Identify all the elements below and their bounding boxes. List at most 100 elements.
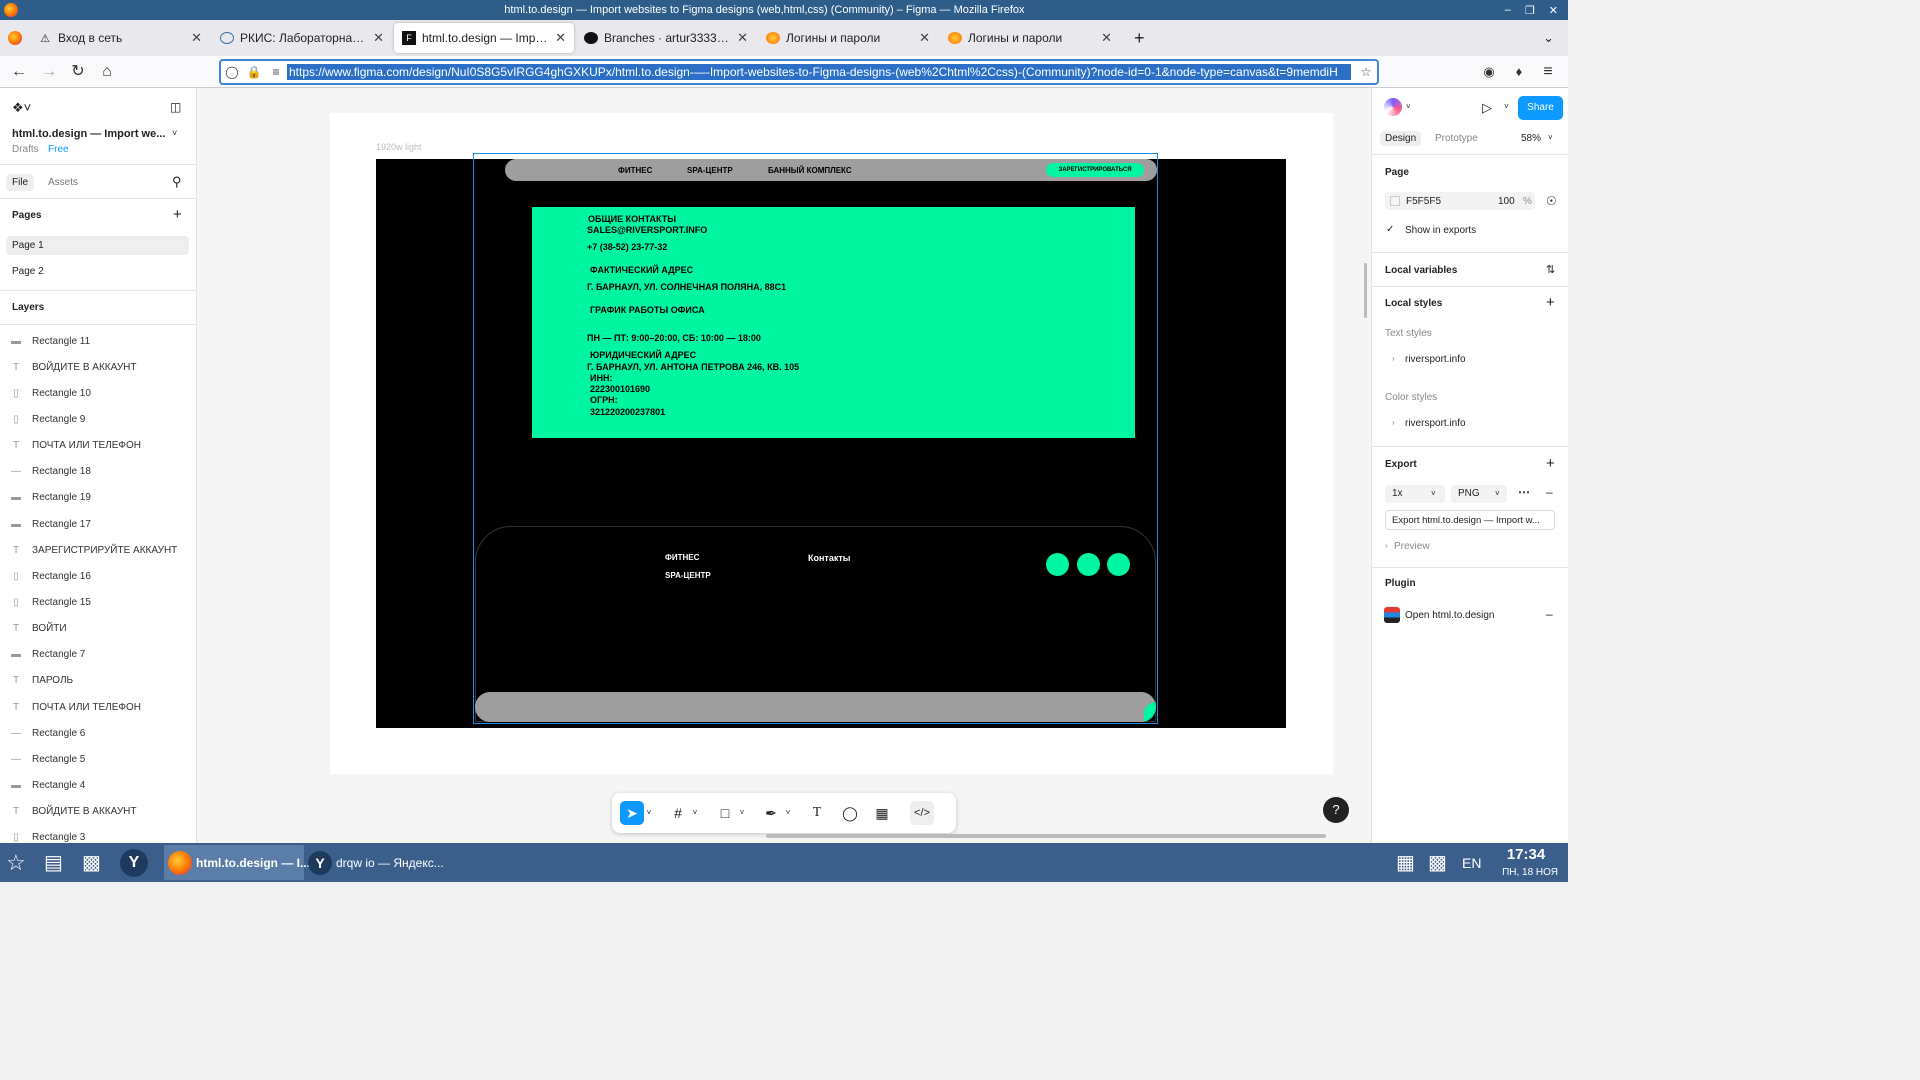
- layer-row[interactable]: ▬ Rectangle 7: [0, 642, 196, 668]
- minimize-icon[interactable]: –: [1505, 4, 1511, 17]
- figma-menu-icon[interactable]: ❖˅: [12, 100, 31, 116]
- close-window-icon[interactable]: ✕: [1549, 4, 1558, 17]
- layer-row[interactable]: T ПАРОЛЬ: [0, 668, 196, 694]
- page-opacity-value[interactable]: 100: [1498, 196, 1515, 207]
- chevron-down-icon[interactable]: ˅: [172, 128, 177, 138]
- export-format[interactable]: PNG: [1458, 488, 1480, 499]
- horizontal-scrollbar[interactable]: [766, 834, 1326, 838]
- restore-icon[interactable]: ❐: [1525, 4, 1535, 17]
- layer-row[interactable]: ▬ Rectangle 19: [0, 485, 196, 511]
- dev-mode-icon[interactable]: </>: [910, 801, 934, 825]
- sidebar-toggle-icon[interactable]: ◫: [170, 100, 181, 114]
- drafts-label[interactable]: Drafts: [12, 144, 39, 155]
- chevron-down-icon[interactable]: ˅: [1406, 102, 1411, 111]
- yandex-browser-icon[interactable]: Y: [120, 843, 148, 882]
- chevron-down-icon[interactable]: ˅: [643, 801, 655, 825]
- move-tool-icon[interactable]: ➤: [620, 801, 644, 825]
- layer-row[interactable]: — Rectangle 18: [0, 459, 196, 485]
- reload-icon[interactable]: ↻: [67, 62, 89, 82]
- close-tab-icon[interactable]: ✕: [373, 30, 384, 46]
- local-variables[interactable]: Local variables: [1385, 265, 1457, 276]
- layer-row[interactable]: — Rectangle 5: [0, 746, 196, 772]
- chevron-down-icon[interactable]: ˅: [689, 801, 701, 825]
- rectangle-tool-icon[interactable]: □: [713, 801, 737, 825]
- taskbar-item-yandex[interactable]: drqw io — Яндекс...: [336, 843, 444, 882]
- add-export-icon[interactable]: +: [1546, 455, 1555, 472]
- tab-design[interactable]: Design: [1380, 131, 1422, 146]
- pocket-icon[interactable]: ◉: [1478, 62, 1500, 82]
- chevron-down-icon[interactable]: ˅: [1431, 489, 1436, 498]
- file-manager-icon[interactable]: ▤: [44, 843, 63, 882]
- show-in-exports-label[interactable]: Show in exports: [1405, 225, 1476, 236]
- close-tab-icon[interactable]: ✕: [737, 30, 748, 46]
- eye-icon[interactable]: ☉: [1546, 194, 1557, 208]
- layer-row[interactable]: ▯ Rectangle 9: [0, 406, 196, 432]
- close-tab-icon[interactable]: ✕: [191, 30, 202, 46]
- text-style-item[interactable]: riversport.info: [1405, 354, 1466, 365]
- url-text[interactable]: https://www.figma.com/design/NuI0S8G5vIR…: [287, 64, 1351, 80]
- lock-icon[interactable]: 🔒: [243, 65, 265, 79]
- back-icon[interactable]: ←: [8, 62, 30, 82]
- forward-icon[interactable]: →: [38, 62, 60, 82]
- plugin-item[interactable]: Open html.to.design: [1405, 610, 1495, 621]
- remove-plugin-icon[interactable]: –: [1546, 607, 1553, 621]
- layer-row[interactable]: ▯ Rectangle 16: [0, 563, 196, 589]
- close-tab-icon[interactable]: ✕: [555, 30, 566, 46]
- shield-icon[interactable]: ◯: [221, 65, 243, 79]
- browser-tab[interactable]: Логины и пароли ✕: [758, 23, 938, 53]
- workspaces-icon[interactable]: ▦: [1396, 843, 1415, 882]
- layer-row[interactable]: T ПОЧТА ИЛИ ТЕЛЕФОН: [0, 694, 196, 720]
- add-style-icon[interactable]: +: [1546, 294, 1555, 311]
- add-page-icon[interactable]: +: [173, 206, 182, 223]
- permissions-icon[interactable]: ≡: [265, 65, 287, 79]
- figma-canvas[interactable]: 1920w light ФИТНЕС SPA-ЦЕНТР БАННЫЙ КОМП…: [197, 88, 1371, 843]
- home-icon[interactable]: ⌂: [96, 62, 118, 82]
- new-tab-button[interactable]: +: [1134, 28, 1145, 49]
- close-tab-icon[interactable]: ✕: [1101, 30, 1112, 46]
- search-icon[interactable]: ⚲: [172, 174, 182, 190]
- chevron-right-icon[interactable]: ›: [1392, 354, 1395, 363]
- clock-date[interactable]: ПН, 18 НОЯ: [1500, 853, 1560, 892]
- file-name[interactable]: html.to.design — Import we...: [12, 128, 165, 140]
- browser-tab[interactable]: РКИС: Лабораторная работа✕: [212, 23, 392, 53]
- tab-assets[interactable]: Assets: [48, 177, 78, 188]
- layer-row[interactable]: T ЗАРЕГИСТРИРУЙТЕ АККАУНТ: [0, 537, 196, 563]
- chevron-right-icon[interactable]: ›: [1392, 418, 1395, 427]
- bookmark-star-icon[interactable]: ☆: [1355, 65, 1377, 79]
- avatar[interactable]: [1384, 98, 1402, 116]
- variables-icon[interactable]: ⇅: [1546, 263, 1555, 276]
- page-item-2[interactable]: Page 2: [12, 266, 44, 277]
- chevron-down-icon[interactable]: ˅: [1495, 489, 1500, 498]
- layer-row[interactable]: ▬ Rectangle 17: [0, 511, 196, 537]
- tab-prototype[interactable]: Prototype: [1435, 133, 1478, 144]
- vertical-scrollbar[interactable]: [1364, 263, 1367, 318]
- help-icon[interactable]: ?: [1323, 797, 1349, 823]
- page-color-value[interactable]: F5F5F5: [1406, 196, 1441, 207]
- layer-row[interactable]: T ВОЙТИ: [0, 616, 196, 642]
- extensions-icon[interactable]: ♦: [1508, 62, 1530, 82]
- layer-row[interactable]: ▬ Rectangle 11: [0, 328, 196, 354]
- menu-icon[interactable]: ≡: [1537, 62, 1559, 82]
- keyboard-layout[interactable]: EN: [1462, 843, 1481, 882]
- browser-tab[interactable]: Логины и пароли ✕: [940, 23, 1120, 53]
- export-scale[interactable]: 1x: [1392, 488, 1403, 499]
- frame-tool-icon[interactable]: #: [666, 801, 690, 825]
- page-item-1[interactable]: Page 1: [12, 240, 44, 251]
- chevron-down-icon[interactable]: ˅: [1504, 102, 1509, 111]
- chevron-down-icon[interactable]: ˅: [782, 801, 794, 825]
- actions-icon[interactable]: ▦: [870, 801, 894, 825]
- close-tab-icon[interactable]: ✕: [919, 30, 930, 46]
- color-swatch[interactable]: [1390, 196, 1400, 206]
- remove-export-icon[interactable]: –: [1546, 485, 1553, 499]
- folder-icon[interactable]: ▩: [82, 843, 101, 882]
- plan-badge[interactable]: Free: [48, 144, 69, 155]
- browser-tab[interactable]: ⚠ Вход в сеть ✕: [30, 23, 210, 53]
- layer-row[interactable]: T ВОЙДИТЕ В АККАУНТ: [0, 354, 196, 380]
- chevron-down-icon[interactable]: ˅: [1548, 133, 1553, 142]
- preview-toggle[interactable]: Preview: [1394, 541, 1430, 552]
- chevron-down-icon[interactable]: ˅: [736, 801, 748, 825]
- layer-row[interactable]: ▬ Rectangle 4: [0, 773, 196, 799]
- layer-row[interactable]: ▯ Rectangle 15: [0, 590, 196, 616]
- share-button[interactable]: Share: [1518, 96, 1563, 120]
- layer-row[interactable]: T ВОЙДИТЕ В АККАУНТ: [0, 799, 196, 825]
